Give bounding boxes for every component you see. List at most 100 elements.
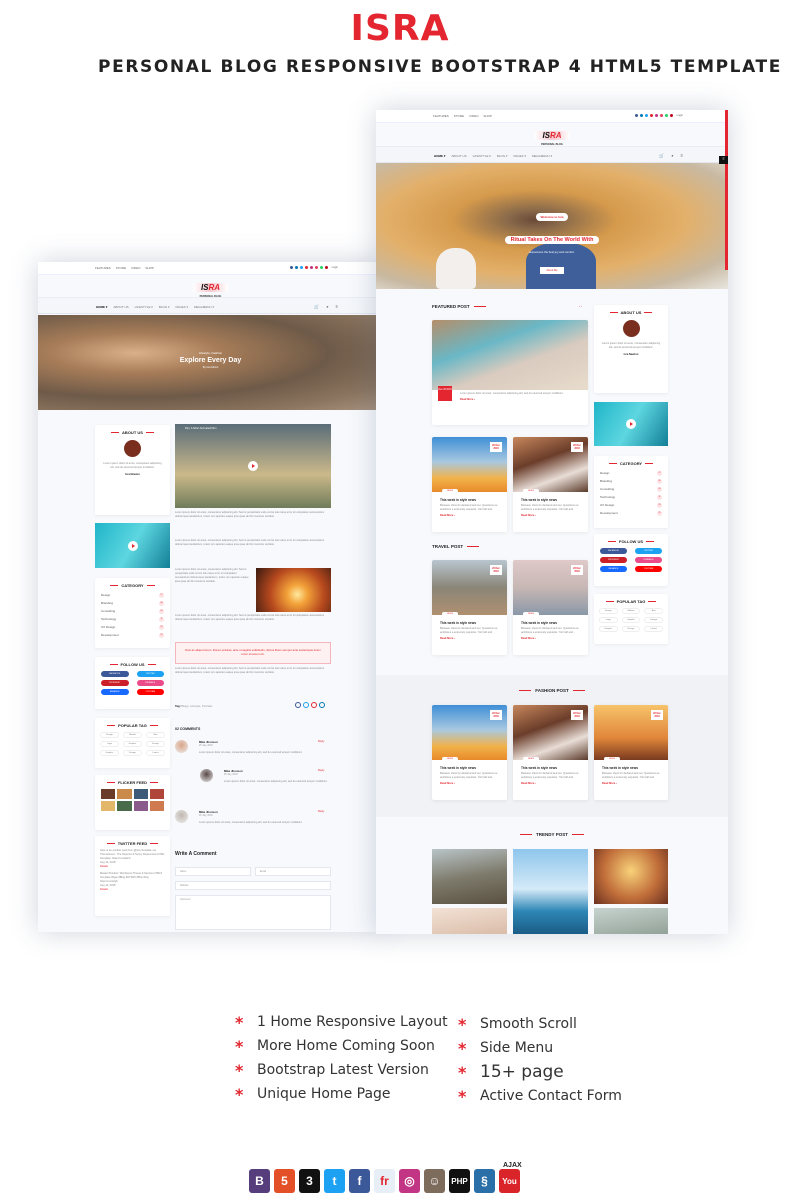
flicker-thumb[interactable] <box>101 789 116 799</box>
nav-item[interactable]: HOME ▾ <box>96 305 107 309</box>
post-card[interactable]: 26 Dec 2018 NEWS This week in style news Be… <box>594 705 668 800</box>
pinterest-share-icon[interactable] <box>311 702 317 708</box>
nav-item[interactable]: HOME ▾ <box>434 154 445 158</box>
follow-button[interactable]: PINTEREST <box>600 557 627 563</box>
tag-chip[interactable]: Latest <box>644 626 663 632</box>
flicker-thumb[interactable] <box>117 801 132 811</box>
category-item[interactable]: Design 27 <box>594 469 668 477</box>
flicker-thumb[interactable] <box>149 801 164 811</box>
post-card[interactable]: 26 Dec 2018 NEWS This week in style news Be… <box>432 705 507 800</box>
follow-button[interactable]: PINTEREST <box>101 680 129 686</box>
video-player[interactable]: Pip | A Short Animated Film <box>175 424 331 508</box>
nav-item[interactable]: PAGES ▾ <box>176 305 188 309</box>
read-more-link[interactable]: Read More › <box>513 637 588 640</box>
search-icon[interactable]: ⌕ <box>671 153 673 158</box>
website-input[interactable]: Website <box>175 881 331 890</box>
follow-button[interactable]: BEHANCE <box>101 689 129 695</box>
tag-chip[interactable]: Bee <box>146 732 165 738</box>
post-card[interactable]: 26 Dec 2018 NEWS This week in style news Be… <box>432 560 507 655</box>
social-icon[interactable] <box>634 114 638 117</box>
tag-chip[interactable]: Logo <box>100 741 119 747</box>
facebook-share-icon[interactable] <box>295 702 301 708</box>
category-item[interactable]: Consulting 26 <box>594 485 668 493</box>
social-icon[interactable] <box>654 114 658 117</box>
tag-chip[interactable]: Graphic <box>123 741 142 747</box>
tag-chip[interactable]: Market <box>123 732 142 738</box>
trendy-image[interactable] <box>594 908 668 934</box>
tag-chip[interactable]: Design <box>644 617 663 623</box>
nav-item[interactable]: MEGAMENU ▾ <box>532 154 552 158</box>
cart-icon[interactable]: 🛒 <box>659 153 664 158</box>
scroll-indicator[interactable] <box>725 110 728 270</box>
nav-item[interactable]: LIFESTYLE ▾ <box>135 305 153 309</box>
category-item[interactable]: Technology 11 <box>95 615 170 623</box>
site-logo[interactable]: ISRAPERSONAL BLOG <box>38 277 383 298</box>
social-icon[interactable] <box>299 266 303 269</box>
post-card[interactable]: 26 Dec 2018 NEWS This week in style news Be… <box>513 437 588 532</box>
social-icon[interactable] <box>294 266 298 269</box>
tag-chip[interactable]: Market <box>621 608 641 614</box>
slider-arrows[interactable]: ‹ › <box>579 304 582 308</box>
read-more-link[interactable]: Read More › <box>432 637 507 640</box>
top-link[interactable]: VIDEO <box>469 114 478 118</box>
category-item[interactable]: Technology 11 <box>594 493 668 501</box>
about-me-button[interactable]: About Me <box>540 267 564 274</box>
name-input[interactable]: Name <box>175 867 251 876</box>
tag-chip[interactable]: Design <box>123 750 142 756</box>
featured-card[interactable]: Dec 28 2018 Lorem ipsum dolor sit amet, … <box>432 320 588 425</box>
nav-item[interactable]: PAGES ▾ <box>514 154 526 158</box>
post-card[interactable]: 26 Dec 2018 NEWS This week in style news Be… <box>432 437 507 532</box>
follow-button[interactable]: TWITTER <box>136 671 164 677</box>
category-item[interactable]: Development 29 <box>95 631 170 639</box>
flicker-thumb[interactable] <box>133 789 148 799</box>
tag-chip[interactable]: Logo <box>599 617 618 623</box>
tag-chip[interactable]: Design <box>621 626 641 632</box>
nav-item[interactable]: BLOG ▾ <box>497 154 508 158</box>
twitter-share-icon[interactable] <box>303 702 309 708</box>
social-icon[interactable] <box>644 114 648 117</box>
read-more-link[interactable]: Read More › <box>432 514 507 517</box>
video-widget[interactable] <box>95 523 170 568</box>
category-item[interactable]: Branding 36 <box>594 477 668 485</box>
social-icon[interactable] <box>319 266 323 269</box>
reply-button[interactable]: Reply <box>318 740 324 743</box>
social-icon[interactable] <box>324 266 328 269</box>
trendy-image[interactable] <box>432 908 507 934</box>
login-link[interactable]: Login <box>677 114 683 117</box>
top-link[interactable]: STORE <box>116 266 126 270</box>
read-more-link[interactable]: Read More › <box>513 782 588 785</box>
tag-chip[interactable]: Design <box>100 732 119 738</box>
trendy-image[interactable] <box>513 849 588 934</box>
site-logo[interactable]: ISRAPERSONAL BLOG <box>376 125 728 146</box>
menu-icon[interactable]: ≡ <box>681 153 683 158</box>
tag-chip[interactable]: Graphic <box>599 626 618 632</box>
follow-button[interactable]: YOUTUBE <box>136 689 164 695</box>
top-link[interactable]: FEATURES <box>95 266 111 270</box>
category-item[interactable]: UX Design 29 <box>594 501 668 509</box>
top-link[interactable]: VIDEO <box>131 266 140 270</box>
category-item[interactable]: Consulting 26 <box>95 607 170 615</box>
tag-chip[interactable]: Graphic <box>100 750 119 756</box>
social-icon[interactable] <box>289 266 293 269</box>
side-menu-toggle[interactable]: ≡ <box>719 156 728 164</box>
follow-button[interactable]: TWITTER <box>635 548 662 554</box>
category-item[interactable]: UX Design 29 <box>95 623 170 631</box>
social-icon[interactable] <box>314 266 318 269</box>
nav-item[interactable]: LIFESTYLE ▾ <box>473 154 491 158</box>
nav-item[interactable]: ABOUT US <box>113 305 128 309</box>
social-icon[interactable] <box>309 266 313 269</box>
category-item[interactable]: Development 29 <box>594 509 668 517</box>
email-input[interactable]: Email <box>255 867 331 876</box>
nav-item[interactable]: ABOUT US <box>451 154 466 158</box>
category-item[interactable]: Design 27 <box>95 591 170 599</box>
post-card[interactable]: 26 Dec 2018 NEWS This week in style news Be… <box>513 705 588 800</box>
category-item[interactable]: Branding 36 <box>95 599 170 607</box>
follow-button[interactable]: FACEBOOK <box>600 548 627 554</box>
nav-item[interactable]: MEGAMENU ▾ <box>194 305 214 309</box>
follow-button[interactable]: BEHANCE <box>600 566 627 572</box>
social-icon[interactable] <box>659 114 663 117</box>
post-card[interactable]: 26 Dec 2018 NEWS This week in style news Be… <box>513 560 588 655</box>
social-icon[interactable] <box>649 114 653 117</box>
video-widget[interactable] <box>594 402 668 446</box>
flicker-thumb[interactable] <box>101 801 116 811</box>
